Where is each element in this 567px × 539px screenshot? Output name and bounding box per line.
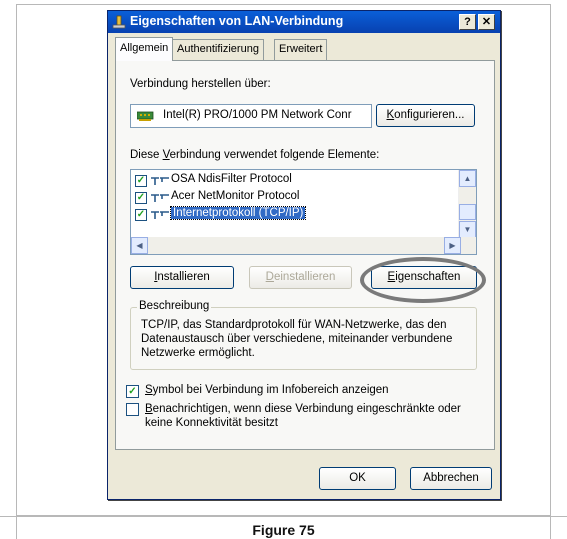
tab-allgemein[interactable]: Allgemein xyxy=(115,37,174,61)
install-label: nstallieren xyxy=(157,271,210,283)
properties-dialog: Eigenschaften von LAN-Verbindung ? ✕ All… xyxy=(107,10,501,500)
properties-label: igenschaften xyxy=(395,271,461,283)
components-label-post: erbindung verwendet folgende Elemente: xyxy=(169,149,380,161)
vertical-scrollbar[interactable]: ▲ ▼ xyxy=(458,170,476,238)
components-list[interactable]: ✓ OSA NdisFilter Protocol ✓ Acer NetMoni… xyxy=(130,169,477,255)
notify-label: enachrichtigen, wenn diese Verbindung ei… xyxy=(145,403,461,429)
notify-accesskey: B xyxy=(145,403,153,415)
uninstall-label: einstallieren xyxy=(273,271,336,283)
scroll-up-icon[interactable]: ▲ xyxy=(459,170,476,187)
horizontal-scrollbar[interactable]: ◀ ▶ xyxy=(131,237,476,254)
uninstall-accesskey: D xyxy=(265,271,274,283)
connect-using-label: Verbindung herstellen über: xyxy=(130,78,271,90)
components-label-key: V xyxy=(162,149,170,161)
protocol-icon xyxy=(151,177,169,185)
tab-authentifizierung[interactable]: Authentifizierung xyxy=(172,39,264,60)
install-button[interactable]: Installieren xyxy=(130,266,234,289)
network-adapter-icon xyxy=(137,111,154,121)
window-title: Eigenschaften von LAN-Verbindung xyxy=(130,14,344,28)
component-checkbox[interactable]: ✓ xyxy=(135,192,147,204)
close-button[interactable]: ✕ xyxy=(478,14,495,30)
component-label: Acer NetMonitor Protocol xyxy=(171,190,300,202)
ok-button[interactable]: OK xyxy=(319,467,396,490)
show-icon-option[interactable]: Symbol bei Verbindung im Infobereich anz… xyxy=(145,384,389,396)
description-group: Beschreibung TCP/IP, das Standardprotoko… xyxy=(130,300,477,370)
component-label: OSA NdisFilter Protocol xyxy=(171,173,292,185)
show-icon-accesskey: S xyxy=(145,384,153,396)
component-checkbox[interactable]: ✓ xyxy=(135,209,147,221)
figure-divider xyxy=(0,516,567,517)
figure-caption: Figure 75 xyxy=(252,522,315,538)
scroll-thumb[interactable] xyxy=(459,204,476,220)
adapter-field: Intel(R) PRO/1000 PM Network Conr xyxy=(130,104,372,128)
notify-checkbox[interactable] xyxy=(126,403,139,416)
configure-label: onfigurieren... xyxy=(394,109,465,121)
component-label-selected: Internetprotokoll (TCP/IP) xyxy=(169,206,307,220)
show-icon-checkbox[interactable]: ✓ xyxy=(126,385,139,398)
cancel-button[interactable]: Abbrechen xyxy=(410,467,492,490)
protocol-icon xyxy=(151,211,169,219)
notify-option[interactable]: Benachrichtigen, wenn diese Verbindung e… xyxy=(145,402,485,430)
description-title: Beschreibung xyxy=(137,300,212,312)
scroll-right-icon[interactable]: ▶ xyxy=(444,237,461,254)
protocol-icon xyxy=(151,194,169,202)
uninstall-button[interactable]: Deinstallieren xyxy=(249,266,352,289)
scroll-left-icon[interactable]: ◀ xyxy=(131,237,148,254)
title-bar[interactable]: Eigenschaften von LAN-Verbindung ? ✕ xyxy=(108,11,500,33)
scroll-down-icon[interactable]: ▼ xyxy=(459,221,476,238)
components-label-pre: Diese xyxy=(130,149,163,161)
configure-button[interactable]: Konfigurieren... xyxy=(376,104,475,127)
description-text: TCP/IP, das Standardprotokoll für WAN-Ne… xyxy=(141,319,453,359)
adapter-name: Intel(R) PRO/1000 PM Network Conr xyxy=(163,109,352,121)
components-label: Diese Verbindung verwendet folgende Elem… xyxy=(130,149,379,161)
component-checkbox[interactable]: ✓ xyxy=(135,175,147,187)
network-connection-icon xyxy=(112,15,126,29)
help-button[interactable]: ? xyxy=(459,14,476,30)
show-icon-label: ymbol bei Verbindung im Infobereich anze… xyxy=(152,384,389,396)
properties-button[interactable]: Eigenschaften xyxy=(371,266,477,289)
tab-erweitert[interactable]: Erweitert xyxy=(274,39,328,60)
